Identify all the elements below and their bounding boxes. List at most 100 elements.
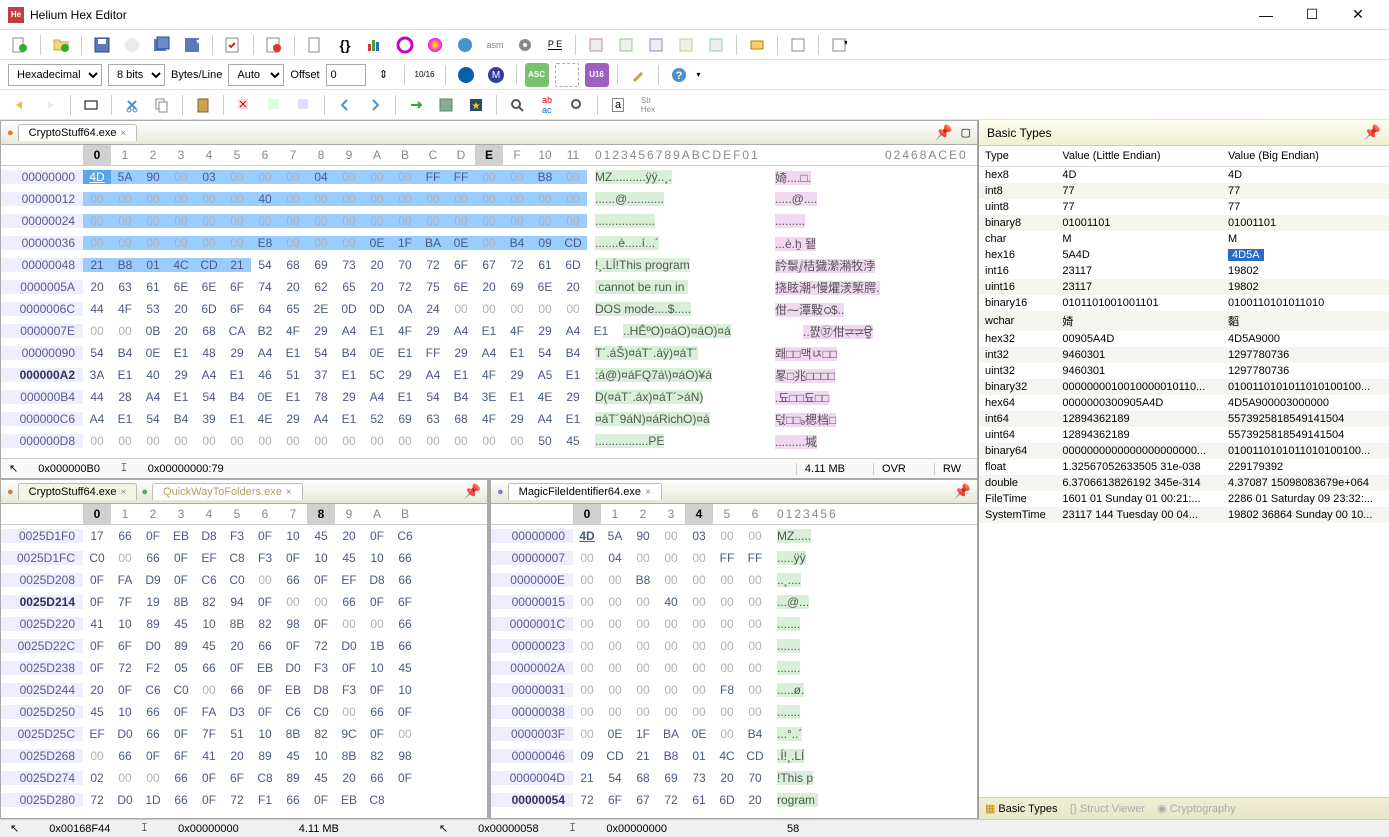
tab-br[interactable]: MagicFileIdentifier64.exe× bbox=[508, 483, 662, 500]
save-button[interactable] bbox=[90, 33, 114, 57]
motorola-icon[interactable]: M bbox=[484, 63, 508, 87]
window-title: Helium Hex Editor bbox=[30, 8, 1243, 22]
window1-icon[interactable] bbox=[786, 33, 810, 57]
goto-icon[interactable] bbox=[404, 93, 428, 117]
tool2-icon[interactable] bbox=[614, 33, 638, 57]
ins-icon[interactable] bbox=[262, 93, 286, 117]
edit-icon[interactable] bbox=[626, 63, 650, 87]
tool6-icon[interactable] bbox=[745, 33, 769, 57]
minimize-button[interactable]: — bbox=[1243, 1, 1289, 29]
offset-label: Offset bbox=[290, 69, 319, 81]
br-sel: 0x00000000 bbox=[606, 823, 667, 835]
delete-button[interactable] bbox=[262, 33, 286, 57]
save-as-button[interactable]: ▾ bbox=[180, 33, 204, 57]
tool3-icon[interactable] bbox=[644, 33, 668, 57]
color-wheel-icon[interactable] bbox=[393, 33, 417, 57]
braces-icon[interactable]: {} bbox=[333, 33, 357, 57]
cursor-icon: ↖ bbox=[9, 462, 18, 475]
conv-1016-icon[interactable]: 10/16 bbox=[413, 63, 437, 87]
hex-view-br[interactable]: 01234560123456000000004D5A9000030000MZ..… bbox=[491, 504, 977, 818]
basic-types-table: TypeValue (Little Endian)Value (Big Endi… bbox=[979, 146, 1389, 797]
chart-icon[interactable] bbox=[363, 33, 387, 57]
text-a-icon[interactable]: a bbox=[606, 93, 630, 117]
tool5-icon[interactable] bbox=[704, 33, 728, 57]
tab-bl-2[interactable]: QuickWayToFolders.exe× bbox=[152, 483, 303, 500]
panel-title: Basic Types bbox=[987, 126, 1051, 140]
u16-icon[interactable]: U16 bbox=[585, 63, 609, 87]
svg-text:▾: ▾ bbox=[196, 37, 200, 46]
save-disabled-button bbox=[120, 33, 144, 57]
app-icon: He bbox=[8, 7, 24, 23]
del-sel-icon[interactable] bbox=[232, 93, 256, 117]
caret-icon: 𝙸 bbox=[120, 462, 128, 475]
new-file-button[interactable] bbox=[8, 33, 32, 57]
enc2-icon[interactable] bbox=[555, 63, 579, 87]
bits-select[interactable]: 8 bits bbox=[108, 64, 165, 86]
intel-icon[interactable] bbox=[454, 63, 478, 87]
select-icon[interactable] bbox=[79, 93, 103, 117]
panel-menu-icon[interactable]: ▢ bbox=[961, 126, 971, 139]
spinner-icon[interactable]: ⇕ bbox=[372, 63, 396, 87]
cut-icon[interactable] bbox=[120, 93, 144, 117]
close-tab-icon[interactable]: × bbox=[121, 128, 127, 139]
copy-icon[interactable] bbox=[150, 93, 174, 117]
toolbar-format: Hexadecimal 8 bits Bytes/Line Auto Offse… bbox=[0, 60, 1389, 90]
main-statusbar: ↖0x00168F44 𝙸0x00000000 4.11 MB ↖0x00000… bbox=[0, 819, 1389, 837]
ball-icon: ● bbox=[141, 486, 148, 498]
tool1-icon[interactable] bbox=[584, 33, 608, 57]
redo-icon[interactable] bbox=[38, 93, 62, 117]
star-icon[interactable]: ★ bbox=[464, 93, 488, 117]
nav-back-icon[interactable] bbox=[333, 93, 357, 117]
ball-icon: ● bbox=[7, 486, 14, 498]
rainbow-icon[interactable] bbox=[423, 33, 447, 57]
svg-text:?: ? bbox=[675, 70, 682, 82]
help-icon[interactable]: ? bbox=[667, 63, 691, 87]
ball-icon: ● bbox=[497, 486, 504, 498]
hex-str-icon[interactable]: StrHex bbox=[636, 93, 660, 117]
br-size: 58 bbox=[787, 823, 799, 835]
bookmark-icon[interactable] bbox=[434, 93, 458, 117]
doc-icon[interactable] bbox=[303, 33, 327, 57]
nav-fwd-icon[interactable] bbox=[363, 93, 387, 117]
gear-icon[interactable] bbox=[513, 33, 537, 57]
tab-label: CryptoStuff64.exe bbox=[29, 127, 117, 139]
bl-tab-bar: ● CryptoStuff64.exe× ● QuickWayToFolders… bbox=[1, 480, 487, 504]
maximize-button[interactable]: ☐ bbox=[1289, 1, 1335, 29]
pin-icon[interactable]: 📌 bbox=[464, 483, 481, 500]
asc-icon[interactable]: ASC bbox=[525, 63, 549, 87]
bottom-tab-1[interactable]: {}Struct Viewer bbox=[1070, 803, 1146, 815]
tab-bl-1[interactable]: CryptoStuff64.exe× bbox=[18, 483, 138, 500]
ball-icon: ● bbox=[7, 127, 14, 139]
find-watch-icon[interactable] bbox=[565, 93, 589, 117]
paste-icon[interactable] bbox=[191, 93, 215, 117]
auto-select[interactable]: Auto bbox=[228, 64, 284, 86]
right-bottom-tabs: ▦Basic Types {}Struct Viewer ◉Cryptography bbox=[979, 797, 1389, 819]
bottom-tab-2[interactable]: ◉Cryptography bbox=[1157, 802, 1236, 815]
pin-icon[interactable]: 📌 bbox=[935, 124, 952, 141]
cursor-pos: 0x000000B0 bbox=[38, 463, 100, 475]
pe-icon[interactable]: P E bbox=[543, 33, 567, 57]
save-all-button[interactable] bbox=[150, 33, 174, 57]
open-file-button[interactable] bbox=[49, 33, 73, 57]
window2-icon[interactable]: ▾ bbox=[827, 33, 851, 57]
titlebar: He Helium Hex Editor — ☐ ✕ bbox=[0, 0, 1389, 30]
offset-input[interactable] bbox=[326, 64, 366, 86]
svg-text:M: M bbox=[491, 70, 499, 81]
earth-icon[interactable] bbox=[453, 33, 477, 57]
asm-icon[interactable]: asm bbox=[483, 33, 507, 57]
swap-icon[interactable] bbox=[292, 93, 316, 117]
validate-button[interactable] bbox=[221, 33, 245, 57]
bottom-tab-0[interactable]: ▦Basic Types bbox=[985, 802, 1058, 815]
undo-icon[interactable] bbox=[8, 93, 32, 117]
pin-icon[interactable]: 📌 bbox=[1364, 124, 1381, 141]
tab-cryptostuff[interactable]: CryptoStuff64.exe × bbox=[18, 124, 138, 141]
find-icon[interactable] bbox=[505, 93, 529, 117]
toolbar-main: ▾ {} asm P E ▾ bbox=[0, 30, 1389, 60]
tool4-icon[interactable] bbox=[674, 33, 698, 57]
hex-view-bl[interactable]: 0123456789AB0025D1F017660FEBD8F30F104520… bbox=[1, 504, 487, 818]
format-select[interactable]: Hexadecimal bbox=[8, 64, 102, 86]
close-button[interactable]: ✕ bbox=[1335, 1, 1381, 29]
hex-view-top[interactable]: 0123456789ABCDEF10110123456789ABCDEF0102… bbox=[1, 145, 977, 458]
pin-icon[interactable]: 📌 bbox=[954, 483, 971, 500]
replace-ab-icon[interactable]: abac bbox=[535, 93, 559, 117]
